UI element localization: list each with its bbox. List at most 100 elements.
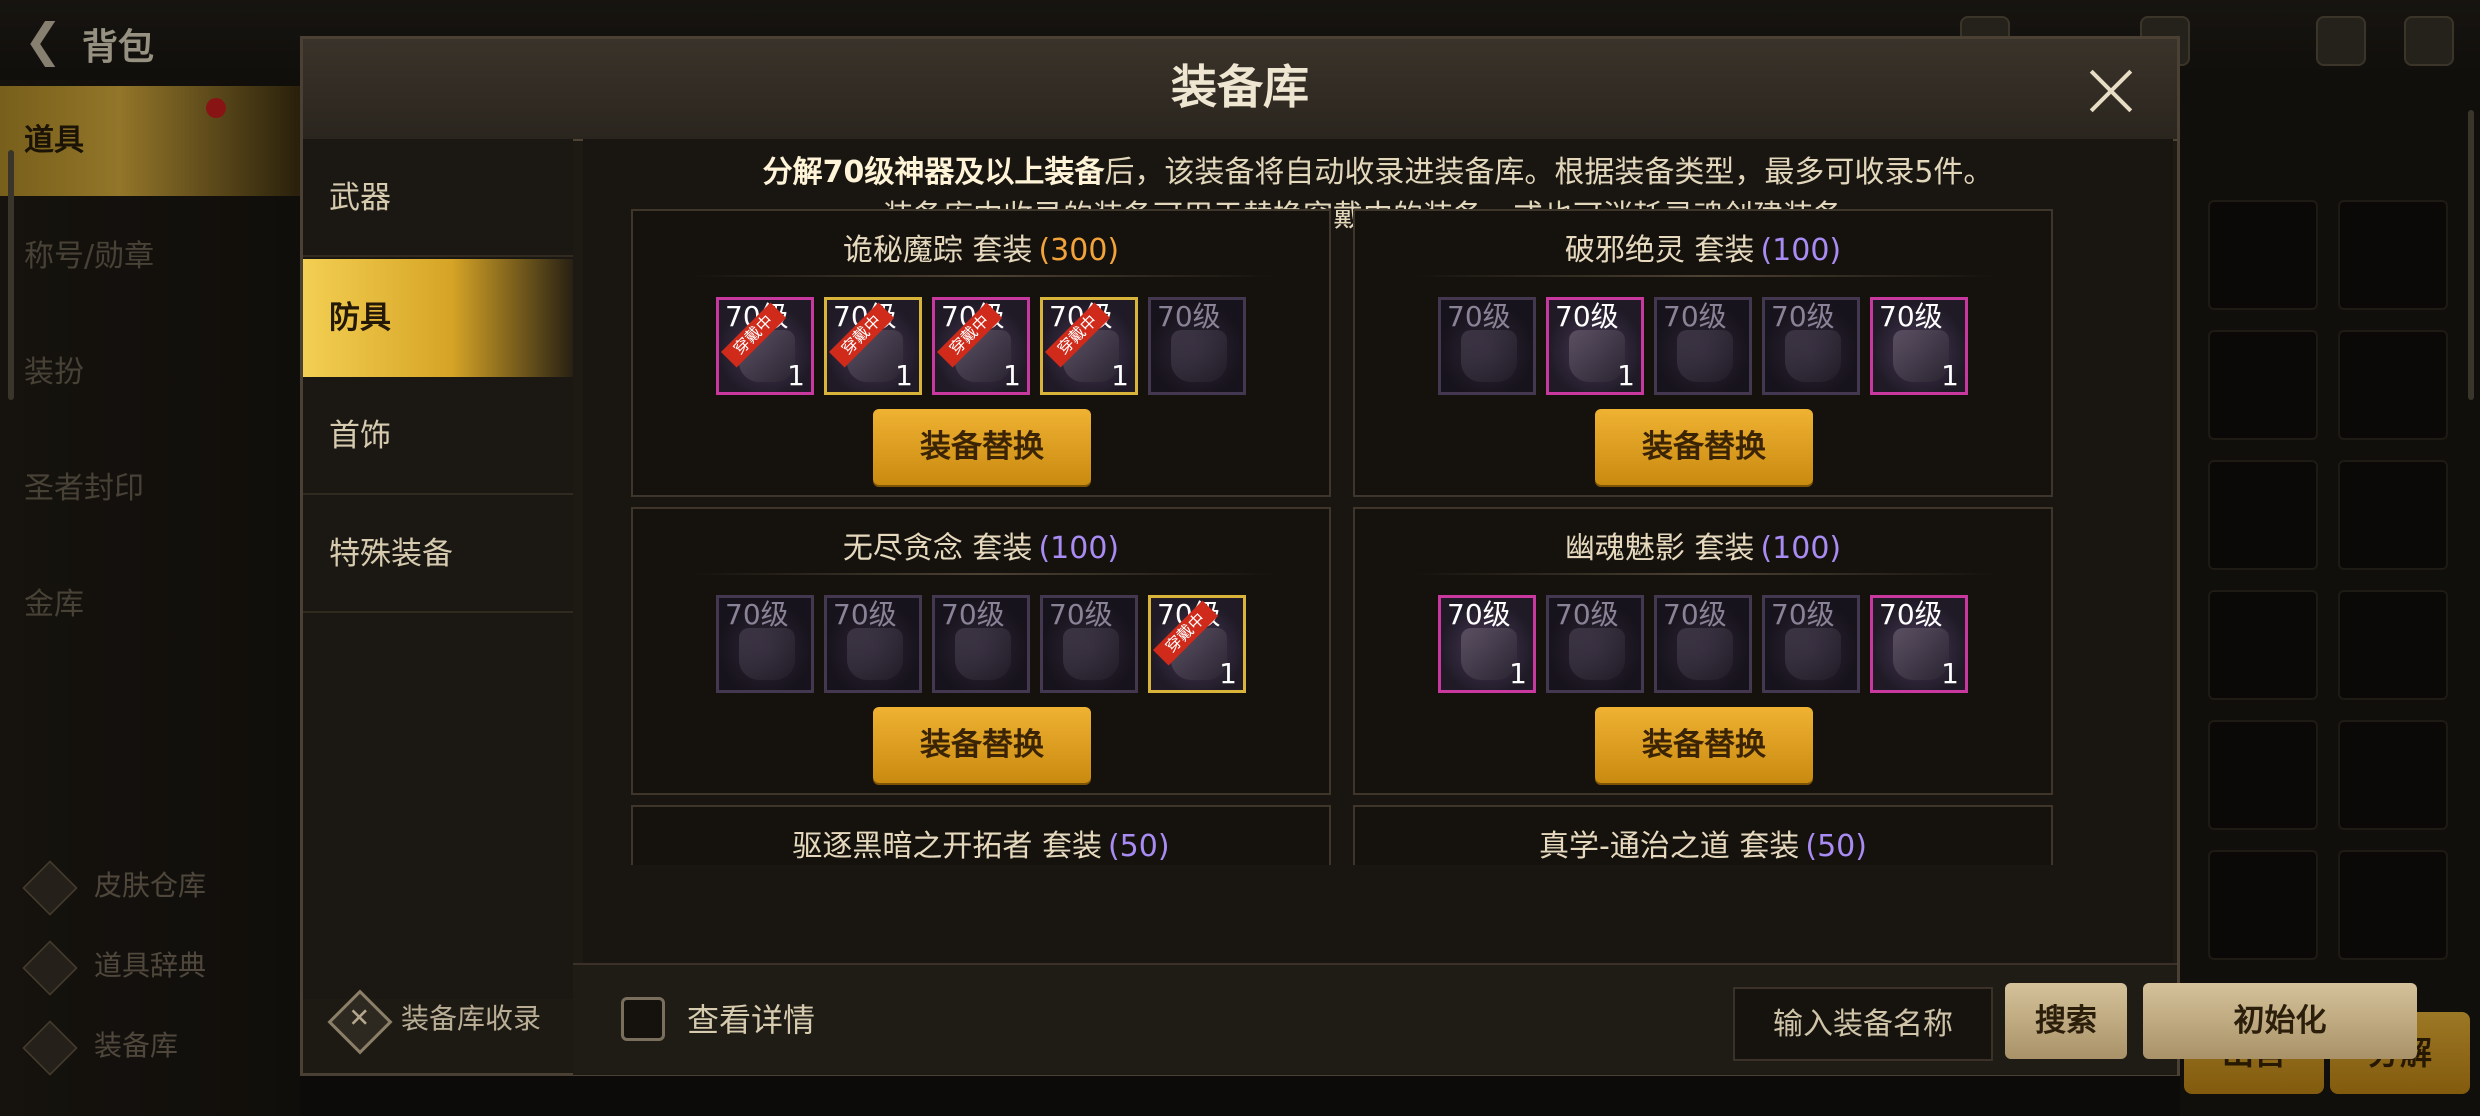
slot-level: 70级: [1663, 300, 1727, 333]
set-count: (100): [1760, 531, 1842, 566]
slot-level: 70级: [1447, 598, 1511, 631]
set-divider: [693, 275, 1273, 277]
slot-quantity: 1: [1509, 657, 1527, 690]
modal-title: 装备库: [1171, 60, 1309, 114]
equipment-slots: 70级 70级 1 70级 70级 70级 1: [1355, 297, 2051, 395]
equipment-slot[interactable]: 70级: [824, 595, 922, 693]
armor-icon: [1785, 628, 1841, 680]
slot-quantity: 1: [895, 359, 913, 392]
set-name: 幽魂魅影 套装 (100): [1355, 523, 2051, 567]
armor-icon: [847, 628, 903, 680]
equipment-slot[interactable]: 70级: [1762, 595, 1860, 693]
armor-icon: [739, 628, 795, 680]
search-button[interactable]: 搜索: [2005, 983, 2127, 1059]
set-count: (50): [1107, 829, 1170, 864]
slot-quantity: 1: [1003, 359, 1021, 392]
set-name-text: 幽魂魅影 套装: [1564, 531, 1755, 566]
set-count: (50): [1805, 829, 1867, 864]
slot-level: 70级: [1555, 598, 1619, 631]
collection-record-link[interactable]: 装备库收录: [327, 989, 542, 1055]
equipment-slots: 70级 70级 70级 70级 70级1穿戴中: [633, 595, 1329, 693]
equipment-slot[interactable]: 70级 1: [1438, 595, 1536, 693]
slot-level: 70级: [725, 598, 789, 631]
slot-quantity: 1: [1941, 657, 1959, 690]
set-count: (300): [1038, 233, 1120, 268]
armor-icon: [1461, 330, 1517, 382]
slot-level: 70级: [1879, 300, 1943, 333]
slot-quantity: 1: [787, 359, 805, 392]
set-count: (100): [1760, 233, 1842, 268]
set-name: 驱逐黑暗之开拓者 套装 (50): [633, 821, 1329, 865]
equipment-slot[interactable]: 70级: [1654, 297, 1752, 395]
slot-level: 70级: [1049, 598, 1113, 631]
reset-button[interactable]: 初始化: [2143, 983, 2417, 1059]
equipment-slot[interactable]: 70级: [1148, 297, 1246, 395]
equipment-slots: 70级 1 70级 70级 70级 70级 1: [1355, 595, 2051, 693]
set-name: 无尽贪念 套装 (100): [633, 523, 1329, 567]
equipment-swap-button[interactable]: 装备替换: [1595, 409, 1813, 485]
description-bold: 分解70级神器及以上装备: [762, 155, 1105, 190]
set-card: 驱逐黑暗之开拓者 套装 (50): [631, 805, 1331, 865]
equipment-slot[interactable]: 70级: [1654, 595, 1752, 693]
armor-icon: [1569, 628, 1625, 680]
equipment-slot[interactable]: 70级: [932, 595, 1030, 693]
slot-level: 70级: [941, 598, 1005, 631]
armor-icon: [1677, 628, 1733, 680]
slot-level: 70级: [1771, 300, 1835, 333]
equipment-slot[interactable]: 70级 1: [1870, 297, 1968, 395]
equipment-swap-button[interactable]: 装备替换: [1595, 707, 1813, 783]
slot-level: 70级: [1447, 300, 1511, 333]
slot-quantity: 1: [1617, 359, 1635, 392]
set-card: 真学-通治之道 套装 (50): [1353, 805, 2053, 865]
equipment-swap-button[interactable]: 装备替换: [873, 409, 1091, 485]
set-name: 真学-通治之道 套装 (50): [1355, 821, 2051, 865]
equipment-slot[interactable]: 70级1穿戴中: [824, 297, 922, 395]
equipment-slot[interactable]: 70级: [1762, 297, 1860, 395]
slot-quantity: 1: [1941, 359, 1959, 392]
set-name-text: 破邪绝灵 套装: [1564, 233, 1755, 268]
equipment-slot[interactable]: 70级: [716, 595, 814, 693]
set-name: 破邪绝灵 套装 (100): [1355, 225, 2051, 269]
modal-footer: 查看详情 搜索 初始化: [573, 963, 2417, 1075]
slot-quantity: 1: [1111, 359, 1129, 392]
category-nav: 武器 防具 首饰 特殊装备: [303, 139, 573, 999]
set-card: 诡秘魔踪 套装(300)70级1穿戴中70级1穿戴中70级1穿戴中70级1穿戴中…: [631, 209, 1331, 497]
close-icon[interactable]: [2087, 67, 2135, 115]
collection-icon: [327, 989, 393, 1055]
collection-record-label: 装备库收录: [401, 1002, 542, 1035]
category-accessory[interactable]: 首饰: [303, 377, 573, 495]
set-count: (100): [1038, 531, 1120, 566]
equipment-slot[interactable]: 70级1穿戴中: [1040, 297, 1138, 395]
equipment-library-modal: 装备库 武器 防具 首饰 特殊装备 装备库收录 分解70级神器及以上装备后，该装…: [300, 36, 2417, 1076]
slot-level: 70级: [1879, 598, 1943, 631]
set-name-text: 驱逐黑暗之开拓者 套装: [792, 829, 1102, 864]
equipment-slot[interactable]: 70级1穿戴中: [932, 297, 1030, 395]
equipment-search-input[interactable]: [1733, 987, 1993, 1061]
set-divider: [693, 573, 1273, 575]
slot-level: 70级: [1555, 300, 1619, 333]
category-armor[interactable]: 防具: [303, 259, 573, 377]
set-card: 幽魂魅影 套装 (100) 70级 1 70级 70级 70级 70级 1 装备替换: [1353, 507, 2053, 795]
set-divider: [1415, 275, 1995, 277]
set-name-text: 真学-通治之道 套装: [1539, 829, 1800, 864]
equipment-slot[interactable]: 70级: [1546, 595, 1644, 693]
equipment-swap-button[interactable]: 装备替换: [873, 707, 1091, 783]
equipment-slots: 70级1穿戴中70级1穿戴中70级1穿戴中70级1穿戴中70级: [633, 297, 1329, 395]
category-weapon[interactable]: 武器: [303, 139, 573, 257]
slot-level: 70级: [833, 598, 897, 631]
set-name: 诡秘魔踪 套装 (300): [633, 225, 1329, 269]
equipment-slot[interactable]: 70级1穿戴中: [1148, 595, 1246, 693]
category-special[interactable]: 特殊装备: [303, 495, 573, 613]
description-line1: 后，该装备将自动收录进装备库。根据装备类型，最多可收录5件。: [1104, 155, 1994, 190]
set-card: 无尽贪念 套装(100) 70级 70级 70级 70级 70级1穿戴中装备替换: [631, 507, 1331, 795]
equipment-slot[interactable]: 70级1穿戴中: [716, 297, 814, 395]
set-divider: [1415, 573, 1995, 575]
equipment-slot[interactable]: 70级 1: [1870, 595, 1968, 693]
equipment-slot[interactable]: 70级: [1438, 297, 1536, 395]
view-details-label[interactable]: 查看详情: [687, 995, 815, 1045]
modal-header: 装备库: [303, 39, 2177, 141]
slot-level: 70级: [1663, 598, 1727, 631]
view-details-checkbox[interactable]: [621, 997, 665, 1041]
equipment-slot[interactable]: 70级: [1040, 595, 1138, 693]
equipment-slot[interactable]: 70级 1: [1546, 297, 1644, 395]
